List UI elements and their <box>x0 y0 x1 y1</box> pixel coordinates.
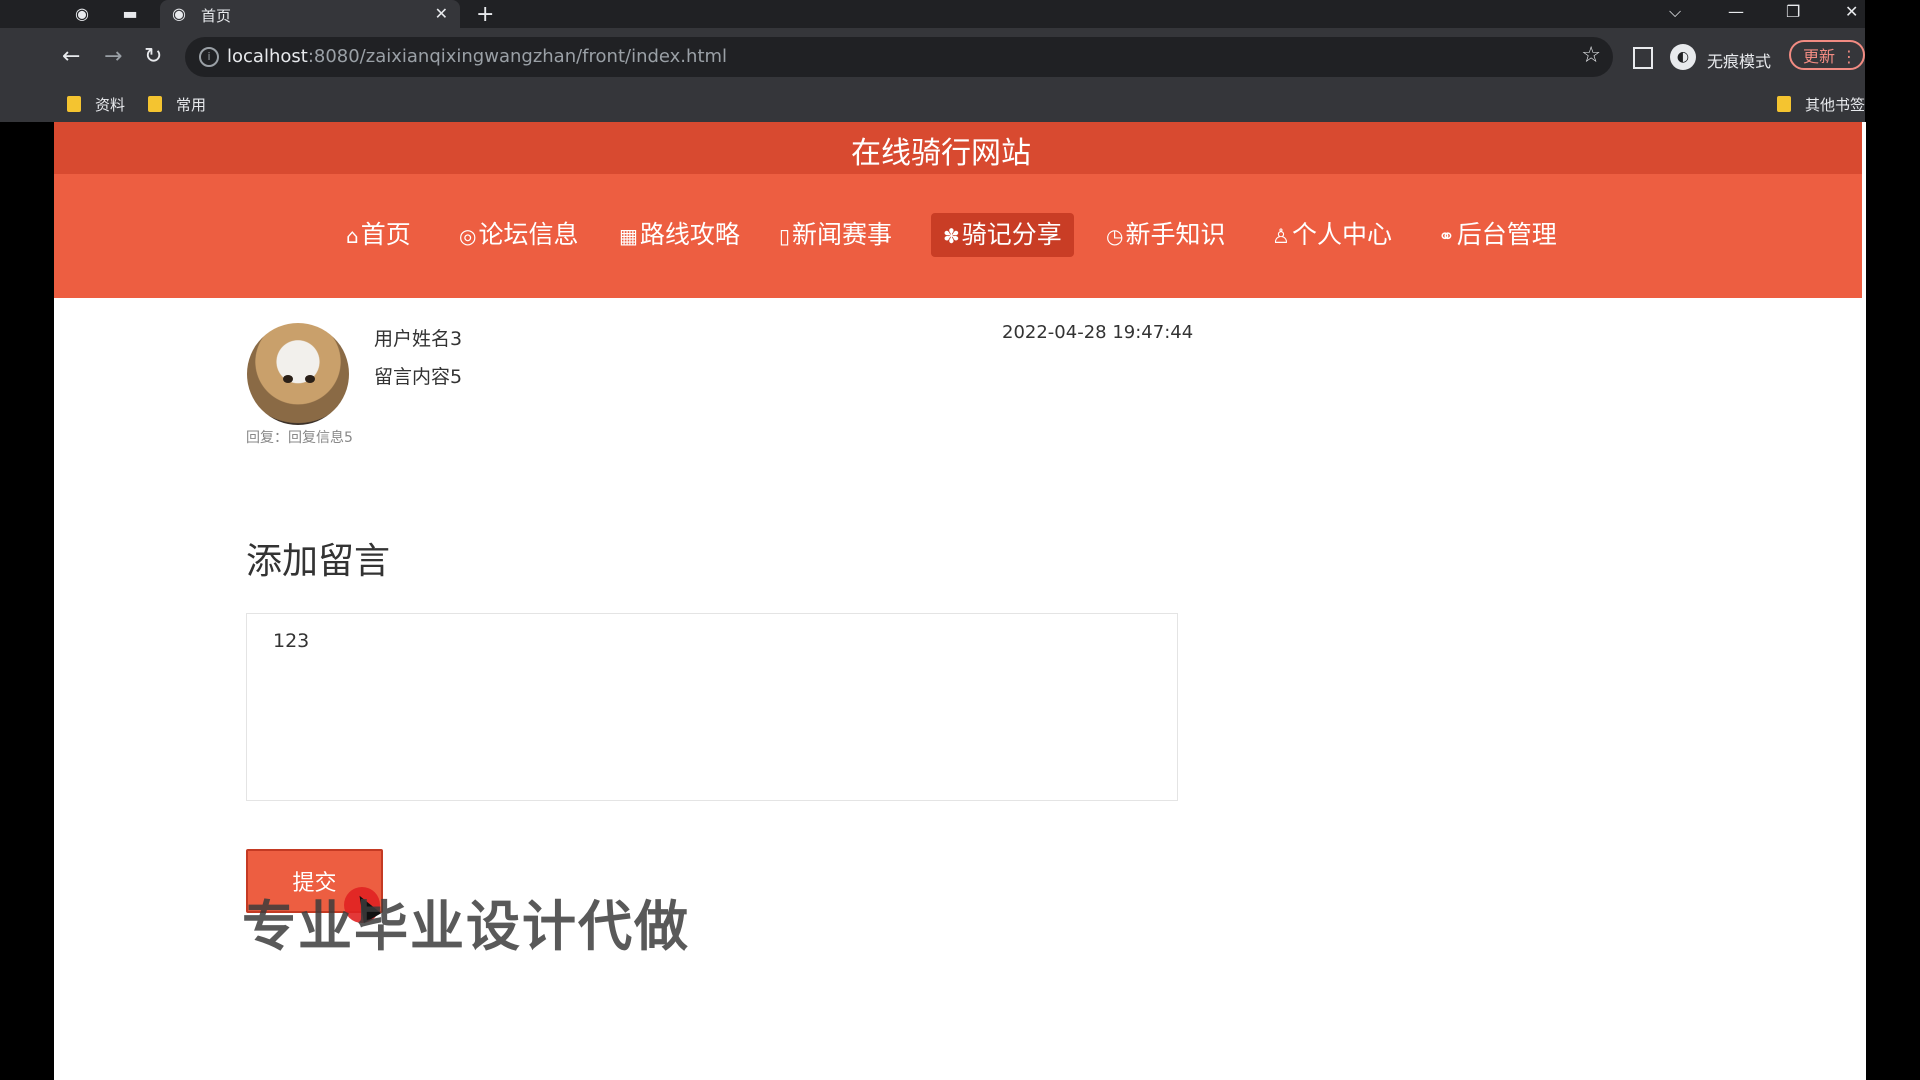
home-icon: ⌂ <box>346 224 359 248</box>
comment-username: 用户姓名3 <box>374 328 463 350</box>
nav-beginner[interactable]: ◷新手知识 <box>1094 213 1237 257</box>
tab-search-icon[interactable]: ▬ <box>120 4 140 24</box>
folder-icon <box>67 96 81 112</box>
add-message-title: 添加留言 <box>246 541 391 582</box>
incognito-icon[interactable]: ◐ <box>1670 44 1696 70</box>
nav-ride-share[interactable]: ✽骑记分享 <box>931 213 1074 257</box>
tab-title: 首页 <box>201 7 232 25</box>
address-bar[interactable]: i localhost:8080/zaixianqixingwangzhan/f… <box>185 37 1613 77</box>
forum-icon: ◎ <box>459 224 477 248</box>
update-button[interactable]: 更新 ⋮ <box>1789 40 1865 70</box>
page-viewport: 在线骑行网站 ⌂首页 ◎论坛信息 ▦路线攻略 ▯新闻赛事 ✽骑记分享 ◷新手知识… <box>54 122 1866 1080</box>
screen-border <box>1866 0 1920 1080</box>
bookmark-folder-ziliao[interactable]: 资料 <box>67 94 125 115</box>
bookmark-folder-changyong[interactable]: 常用 <box>148 94 206 115</box>
folder-icon <box>1777 96 1791 112</box>
news-icon: ▯ <box>779 224 791 248</box>
site-header: 在线骑行网站 <box>54 122 1862 174</box>
new-tab-button[interactable]: + <box>476 2 494 27</box>
browser-toolbar: ← → ↻ i localhost:8080/zaixianqixingwang… <box>0 28 1865 86</box>
bookmark-star-icon[interactable]: ☆ <box>1581 43 1601 68</box>
message-textarea[interactable] <box>246 613 1178 801</box>
side-panel-icon[interactable] <box>1633 47 1653 69</box>
comment-reply: 回复：回复信息5 <box>246 430 353 446</box>
back-icon[interactable]: ← <box>62 44 80 69</box>
browser-app-icon[interactable]: ◉ <box>72 4 92 24</box>
watermark-text: 专业毕业设计代做 <box>242 895 690 958</box>
tab-close-icon[interactable]: ✕ <box>435 4 448 23</box>
other-bookmarks[interactable]: 其他书签 <box>1777 94 1865 115</box>
nav-news[interactable]: ▯新闻赛事 <box>767 213 904 257</box>
avatar-eye <box>305 375 315 383</box>
forward-icon[interactable]: → <box>104 44 122 69</box>
nav-forum[interactable]: ◎论坛信息 <box>447 213 590 257</box>
site-title: 在线骑行网站 <box>851 136 1031 171</box>
bookmarks-bar: 资料 常用 其他书签 <box>0 86 1865 122</box>
comment-datetime: 2022-04-28 19:47:44 <box>1002 322 1194 343</box>
beginner-icon: ◷ <box>1106 224 1124 248</box>
tab-home[interactable]: ◉ 首页 ✕ <box>160 0 460 28</box>
link-icon: ⚭ <box>1438 224 1455 248</box>
minimize-icon[interactable]: — <box>1728 2 1744 21</box>
nav-routes[interactable]: ▦路线攻略 <box>607 213 752 257</box>
user-icon: ♙ <box>1272 224 1290 248</box>
routes-icon: ▦ <box>619 224 638 248</box>
info-icon[interactable]: i <box>199 47 219 67</box>
restore-icon[interactable]: ❐ <box>1786 2 1800 21</box>
window-close-icon[interactable]: ✕ <box>1845 2 1858 21</box>
nav-home[interactable]: ⌂首页 <box>334 213 423 257</box>
main-nav: ⌂首页 ◎论坛信息 ▦路线攻略 ▯新闻赛事 ✽骑记分享 ◷新手知识 ♙个人中心 … <box>54 174 1862 298</box>
address-url[interactable]: localhost:8080/zaixianqixingwangzhan/fro… <box>227 46 727 67</box>
avatar-eye <box>283 375 293 383</box>
avatar <box>247 323 349 425</box>
folder-icon <box>148 96 162 112</box>
share-icon: ✽ <box>943 224 960 248</box>
tab-list-chevron-icon[interactable]: ⌵ <box>1669 2 1681 22</box>
comment-content: 留言内容5 <box>374 366 463 388</box>
incognito-label: 无痕模式 <box>1707 52 1772 71</box>
nav-profile[interactable]: ♙个人中心 <box>1260 213 1404 257</box>
nav-admin[interactable]: ⚭后台管理 <box>1426 213 1569 257</box>
globe-icon: ◉ <box>172 4 186 23</box>
browser-tab-bar: ◉ ▬ ◉ 首页 ✕ + ⌵ — ❐ ✕ <box>0 0 1865 28</box>
reload-icon[interactable]: ↻ <box>144 44 162 69</box>
